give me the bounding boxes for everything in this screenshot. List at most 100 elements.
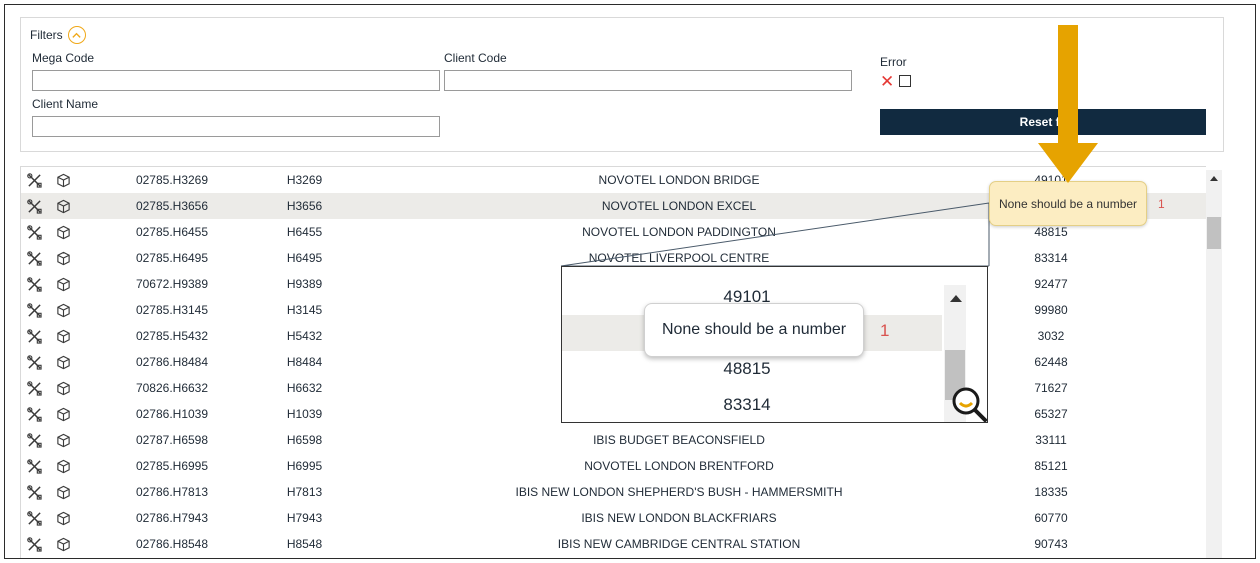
mega-code-cell: 02786.H7813: [135, 485, 209, 499]
table-row[interactable]: 02785.H6995 H6995 NOVOTEL LONDON BRENTFORD…: [21, 453, 1206, 479]
collapse-filters-button[interactable]: [67, 26, 86, 44]
tools-icon: [26, 302, 42, 318]
edit-tools-button[interactable]: [25, 271, 43, 297]
number-cell: 83314: [1034, 251, 1068, 265]
mega-code-input[interactable]: [32, 70, 440, 91]
filters-header: Filters: [30, 26, 86, 44]
tools-icon: [26, 172, 42, 188]
mega-code-label: Mega Code: [32, 51, 95, 65]
number-cell: 3032: [1037, 329, 1065, 343]
cube-icon: [56, 511, 70, 525]
mega-code-cell: 02786.H1039: [135, 407, 209, 421]
details-button[interactable]: [54, 193, 72, 219]
inset-tooltip: None should be a number: [644, 303, 864, 357]
number-cell: 92477: [1034, 277, 1068, 291]
edit-tools-button[interactable]: [25, 349, 43, 375]
details-button[interactable]: [54, 427, 72, 453]
number-cell: 60770: [1034, 511, 1068, 525]
details-button[interactable]: [54, 479, 72, 505]
error-clear-icon[interactable]: ✕: [880, 73, 894, 90]
number-cell: 65327: [1034, 407, 1068, 421]
client-code-cell: H7943: [286, 511, 323, 525]
scroll-thumb[interactable]: [1207, 217, 1221, 249]
number-cell: 85121: [1034, 459, 1068, 473]
client-code-cell: H3145: [286, 303, 323, 317]
edit-tools-button[interactable]: [25, 193, 43, 219]
details-button[interactable]: [54, 349, 72, 375]
number-cell: 90743: [1034, 537, 1068, 551]
table-scrollbar[interactable]: [1206, 170, 1222, 558]
tools-icon: [26, 510, 42, 526]
details-button[interactable]: [54, 505, 72, 531]
number-cell: 33111: [1035, 433, 1067, 447]
magnifier-icon: [952, 387, 987, 422]
details-button[interactable]: [54, 375, 72, 401]
cube-icon: [56, 407, 70, 421]
edit-tools-button[interactable]: [25, 219, 43, 245]
client-code-cell: H6632: [286, 381, 323, 395]
inset-row: 83314: [562, 387, 942, 422]
edit-tools-button[interactable]: [25, 531, 43, 557]
client-code-cell: H6455: [286, 225, 323, 239]
edit-tools-button[interactable]: [25, 323, 43, 349]
client-code-input[interactable]: [444, 70, 852, 91]
details-button[interactable]: [54, 297, 72, 323]
tools-icon: [26, 458, 42, 474]
details-button[interactable]: [54, 245, 72, 271]
client-code-cell: H5432: [286, 329, 323, 343]
edit-tools-button[interactable]: [25, 401, 43, 427]
details-button[interactable]: [54, 453, 72, 479]
cube-icon: [56, 537, 70, 551]
error-checkbox[interactable]: [899, 75, 911, 87]
zoom-inset: 49101 48815 83314 None should be a numbe…: [561, 266, 988, 423]
mega-code-cell: 70672.H9389: [135, 277, 209, 291]
mega-code-cell: 02785.H3269: [135, 173, 209, 187]
client-name-cell: NOVOTEL LONDON EXCEL: [601, 199, 757, 213]
tools-icon: [26, 380, 42, 396]
cube-icon: [56, 355, 70, 369]
details-button[interactable]: [54, 531, 72, 557]
client-code-cell: H3269: [286, 173, 323, 187]
details-button[interactable]: [54, 167, 72, 193]
details-button[interactable]: [54, 401, 72, 427]
cube-icon: [56, 225, 70, 239]
edit-tools-button[interactable]: [25, 245, 43, 271]
cube-icon: [56, 485, 70, 499]
edit-tools-button[interactable]: [25, 297, 43, 323]
tools-icon: [26, 328, 42, 344]
edit-tools-button[interactable]: [25, 427, 43, 453]
mega-code-cell: 02785.H6495: [135, 251, 209, 265]
number-cell: 62448: [1034, 355, 1068, 369]
mega-code-cell: 02785.H6995: [135, 459, 209, 473]
tools-icon: [26, 406, 42, 422]
edit-tools-button[interactable]: [25, 453, 43, 479]
filters-title: Filters: [30, 28, 63, 42]
table-row[interactable]: 02786.H7813 H7813 IBIS NEW LONDON SHEPHERD…: [21, 479, 1206, 505]
mega-code-cell: 02786.H8484: [135, 355, 209, 369]
table-row[interactable]: 02787.H6598 H6598 IBIS BUDGET BEACONSFIELD…: [21, 427, 1206, 453]
edit-tools-button[interactable]: [25, 479, 43, 505]
client-code-cell: H8548: [286, 537, 323, 551]
mega-code-cell: 02785.H6455: [135, 225, 209, 239]
client-name-cell: NOVOTEL LONDON BRENTFORD: [584, 459, 774, 473]
edit-tools-button[interactable]: [25, 167, 43, 193]
client-name-input[interactable]: [32, 116, 440, 137]
mega-code-cell: 02785.H3145: [135, 303, 209, 317]
table-row[interactable]: 02786.H8548 H8548 IBIS NEW CAMBRIDGE CENTR…: [21, 531, 1206, 557]
details-button[interactable]: [54, 219, 72, 245]
cube-icon: [56, 277, 70, 291]
scroll-up-arrow[interactable]: [1210, 176, 1218, 181]
client-name-cell: IBIS BUDGET BEACONSFIELD: [593, 433, 765, 447]
tools-icon: [26, 354, 42, 370]
client-name-cell: IBIS NEW LONDON BLACKFRIARS: [581, 511, 777, 525]
details-button[interactable]: [54, 271, 72, 297]
down-arrow-icon: [1038, 25, 1098, 183]
client-code-cell: H1039: [286, 407, 323, 421]
details-button[interactable]: [54, 323, 72, 349]
table-row[interactable]: 02786.H7943 H7943 IBIS NEW LONDON BLACKFRI…: [21, 505, 1206, 531]
edit-tools-button[interactable]: [25, 505, 43, 531]
client-code-cell: H7813: [286, 485, 323, 499]
edit-tools-button[interactable]: [25, 375, 43, 401]
tools-icon: [26, 484, 42, 500]
client-code-cell: H9389: [286, 277, 323, 291]
